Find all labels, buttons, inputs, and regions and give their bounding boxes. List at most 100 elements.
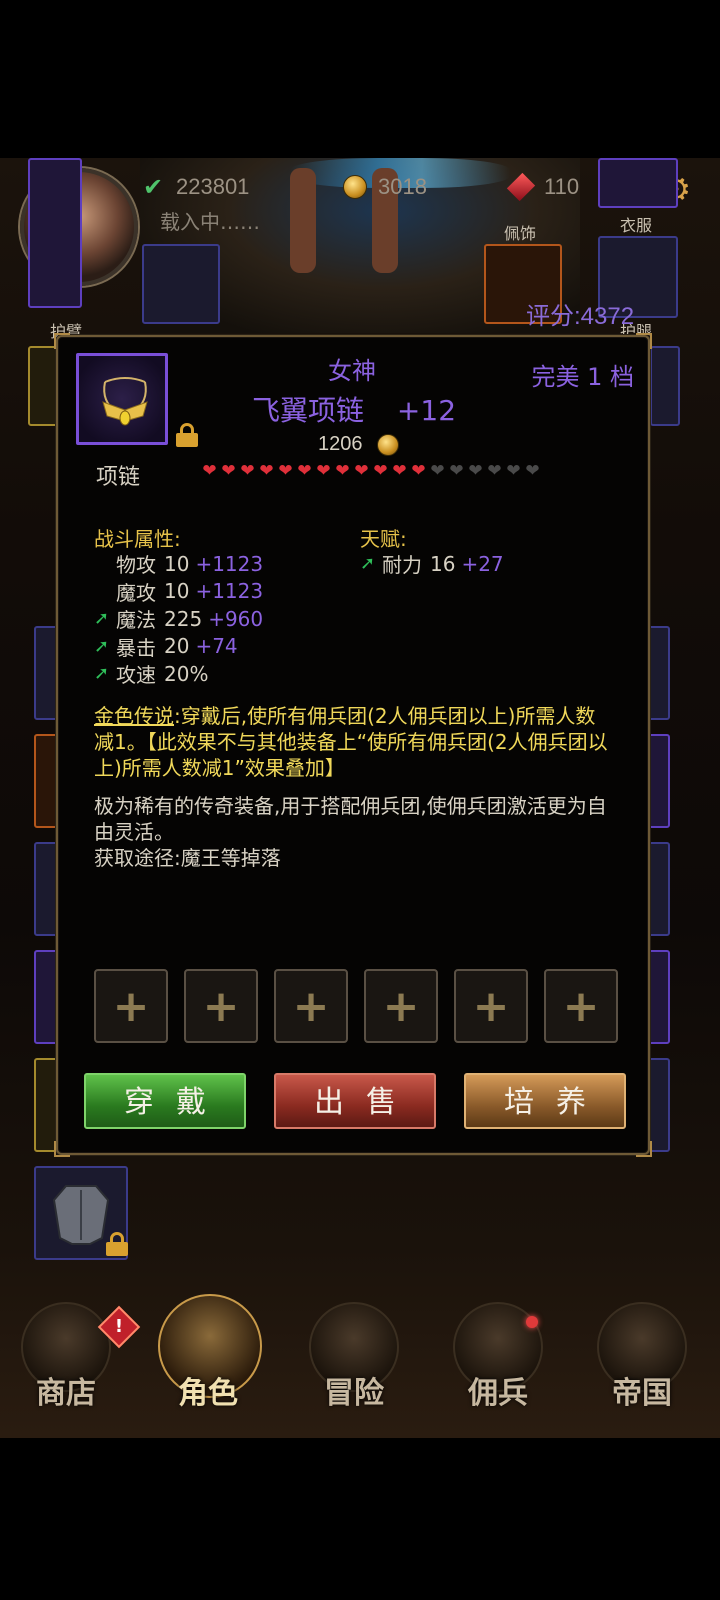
equip-slot-left[interactable] (28, 346, 58, 426)
stat-bonus-value: +1123 (195, 551, 264, 576)
bottom-nav: 商店 ! 角色 冒险 佣兵 帝国 (0, 1288, 720, 1438)
stat-row: 魔攻 10 +1123 (94, 577, 263, 606)
item-name: 飞翼项链 (252, 394, 365, 427)
inventory-slot[interactable] (34, 734, 58, 828)
add-socket-button[interactable]: + (364, 969, 438, 1043)
stat-base-value: 20% (164, 661, 209, 686)
equip-slot-bracer[interactable] (28, 158, 82, 308)
price-value: 1206 (318, 433, 363, 455)
heart-empty-icon: ❤ (449, 461, 464, 481)
stat-base-value: 10 (164, 551, 190, 576)
heart-filled-icon: ❤ (202, 461, 217, 481)
stat-name: 物攻 (116, 553, 156, 577)
equip-label-accessory: 佩饰 (504, 224, 537, 243)
stat-row: ➚ 魔法 225 +960 (94, 604, 263, 633)
nav-label: 商店 (36, 1376, 96, 1411)
panel-corner (636, 1141, 652, 1157)
nav-character[interactable]: 角色 (158, 1294, 262, 1414)
heart-filled-icon: ❤ (278, 461, 293, 481)
item-quality: 完美 1 档 (531, 363, 634, 391)
item-enhance-level: +12 (396, 394, 457, 427)
train-button[interactable]: 培养 (464, 1073, 626, 1129)
stat-bonus-value: +960 (208, 606, 264, 631)
stat-base-value: 10 (164, 579, 190, 603)
nav-label: 帝国 (612, 1376, 672, 1411)
add-socket-button[interactable]: + (544, 969, 618, 1043)
gold-legend-effect: 金色传说:穿戴后,使所有佣兵团(2人佣兵团以上)所需人数减1。【此效果不与其他装… (94, 703, 614, 781)
heart-filled-icon: ❤ (316, 461, 331, 481)
inventory-slot[interactable] (648, 734, 670, 828)
equip-slot-right[interactable] (650, 346, 680, 426)
inventory-slot[interactable] (34, 842, 58, 936)
heart-empty-icon: ❤ (525, 461, 540, 481)
stat-base-value: 16 (430, 551, 456, 576)
combat-attributes-title: 战斗属性: (94, 527, 181, 551)
score-text: 评分:4372 (526, 303, 635, 330)
talent-title: 天赋: (360, 527, 407, 551)
stat-bonus-value: +27 (461, 551, 504, 576)
stat-base-value: 225 (164, 606, 203, 631)
nav-label: 冒险 (324, 1376, 384, 1411)
nav-label: 角色 (178, 1376, 238, 1411)
inventory-slot[interactable] (34, 950, 58, 1044)
resource-exp: ✔ 223801 (140, 172, 249, 202)
resource-value: 223801 (176, 174, 250, 199)
add-socket-button[interactable]: + (454, 969, 528, 1043)
add-socket-button[interactable]: + (274, 969, 348, 1043)
inventory-slot[interactable] (648, 1058, 670, 1152)
nav-mercenary[interactable]: 佣兵 (448, 1302, 548, 1422)
heart-filled-icon: ❤ (221, 461, 236, 481)
equip-slot-potion[interactable] (142, 244, 220, 324)
stat-name: 暴击 (116, 635, 156, 660)
panel-corner (636, 333, 652, 349)
inventory-slot[interactable] (34, 626, 58, 720)
upgrade-arrow-icon: ➚ (94, 663, 110, 684)
stat-name: 攻速 (116, 663, 156, 687)
inventory-slot[interactable] (648, 842, 670, 936)
resource-value: 3018 (378, 174, 427, 199)
equip-label-clothes: 衣服 (620, 216, 653, 235)
stat-row: ➚ 耐力 16 +27 (360, 549, 504, 578)
stat-row: ➚ 暴击 20 +74 (94, 632, 238, 661)
stat-base-value: 20 (164, 634, 190, 658)
nav-empire[interactable]: 帝国 (592, 1302, 692, 1422)
lock-icon (106, 1232, 128, 1256)
heart-filled-icon: ❤ (297, 461, 312, 481)
check-icon: ✔ (142, 173, 164, 201)
red-gem-icon (506, 172, 536, 202)
wear-button[interactable]: 穿戴 (84, 1073, 246, 1129)
description-text: 极为稀有的传奇装备,用于搭配佣兵团,使佣兵团激活更为自由灵活。 (94, 794, 607, 844)
item-icon-frame (76, 353, 168, 445)
inventory-slot[interactable] (648, 950, 670, 1044)
nav-adventure[interactable]: 冒险 (304, 1302, 404, 1422)
heart-empty-icon: ❤ (506, 461, 521, 481)
heart-filled-icon: ❤ (392, 461, 407, 481)
hero-leg (290, 168, 316, 273)
sell-button[interactable]: 出售 (274, 1073, 436, 1129)
legend-title: 金色传说 (94, 704, 174, 728)
nav-shop[interactable]: 商店 ! (16, 1302, 141, 1422)
resource-gold: 3018 (342, 172, 427, 202)
heart-filled-icon: ❤ (240, 461, 255, 481)
panel-corner (54, 1141, 70, 1157)
inventory-slot[interactable] (34, 1058, 58, 1152)
upgrade-arrow-icon: ➚ (94, 608, 110, 629)
add-socket-button[interactable]: + (94, 969, 168, 1043)
winged-necklace-icon (102, 377, 148, 426)
resource-value: 110 (544, 174, 580, 199)
inventory-slot[interactable] (648, 626, 670, 720)
item-description: 极为稀有的传奇装备,用于搭配佣兵团,使佣兵团激活更为自由灵活。 获取途径:魔王等… (94, 793, 614, 871)
stat-row: ➚ 攻速 20% (94, 659, 214, 688)
stat-name: 魔攻 (116, 580, 156, 605)
heart-empty-icon: ❤ (487, 461, 502, 481)
stat-bonus-value: +1123 (195, 579, 264, 603)
inventory-slot-armor[interactable] (34, 1166, 128, 1260)
upgrade-arrow-icon: ➚ (94, 635, 110, 657)
stat-row: 物攻 10 +1123 (94, 549, 263, 578)
add-socket-button[interactable]: + (184, 969, 258, 1043)
lock-icon[interactable] (176, 423, 198, 447)
gold-coin-icon (342, 174, 368, 200)
heart-filled-icon: ❤ (354, 461, 369, 481)
heart-empty-icon: ❤ (430, 461, 445, 481)
equip-slot-clothes[interactable] (598, 158, 678, 208)
